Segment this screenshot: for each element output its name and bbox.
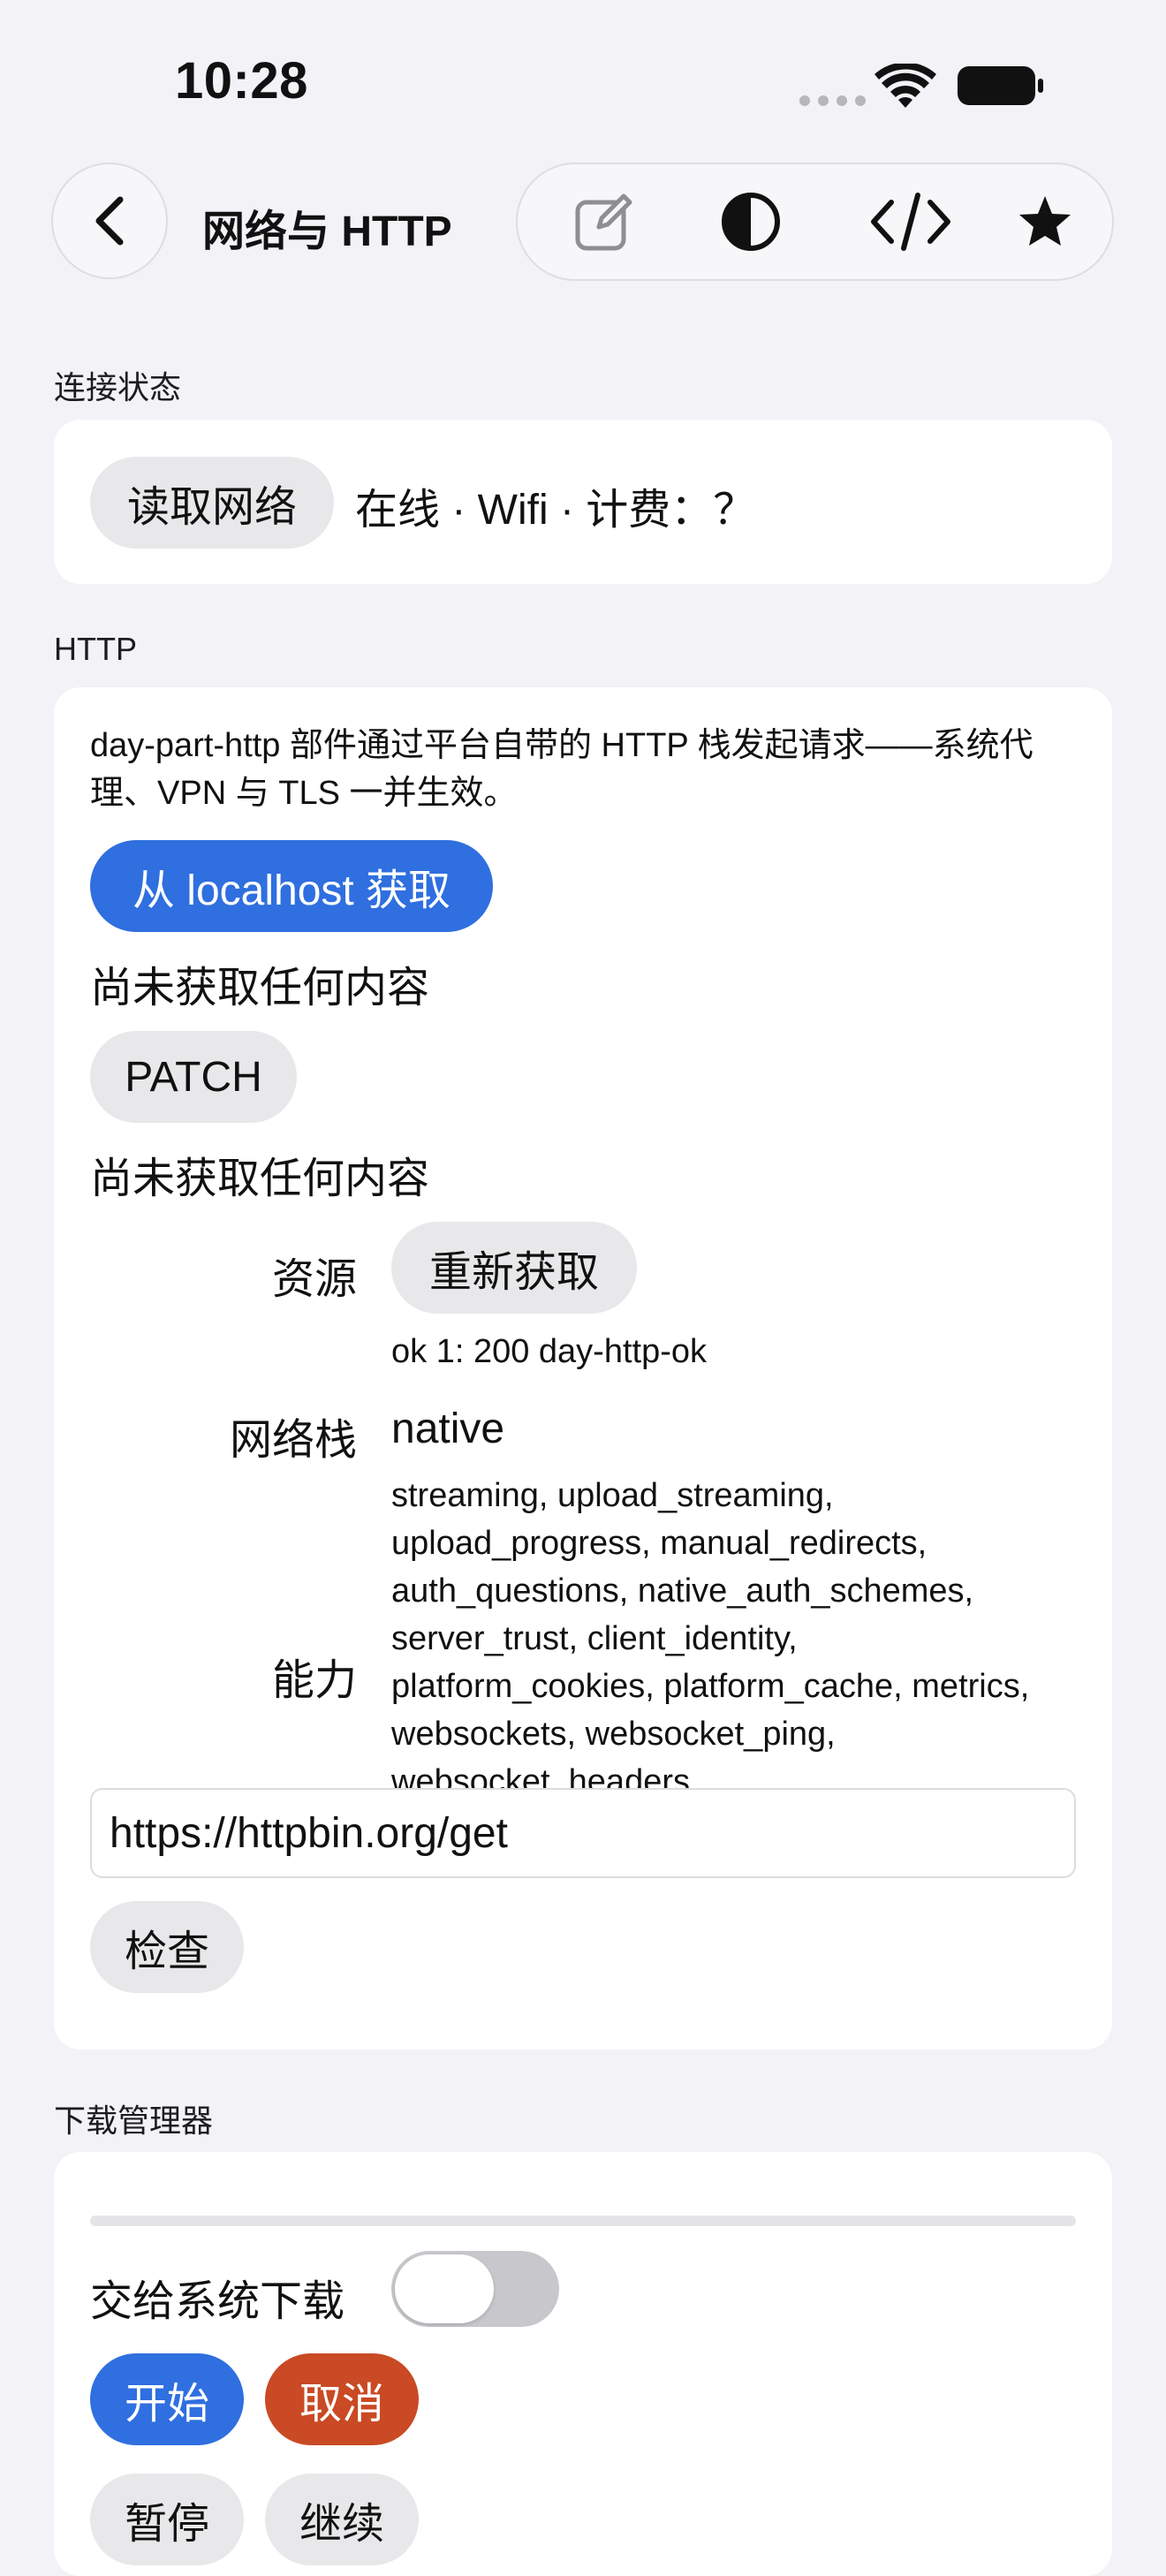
resource-result-text: ok 1: 200 day-http-ok [391, 1333, 707, 1370]
inspect-button[interactable]: 检查 [90, 1901, 244, 1993]
pause-button[interactable]: 暂停 [90, 2474, 244, 2565]
edit-icon [575, 193, 632, 251]
toggle-knob [395, 2254, 494, 2323]
download-progress-bar [90, 2216, 1076, 2226]
back-button[interactable] [51, 163, 168, 279]
start-button[interactable]: 开始 [90, 2353, 244, 2445]
wifi-icon [874, 62, 936, 114]
code-icon [871, 193, 950, 251]
url-input[interactable]: https://httpbin.org/get [90, 1788, 1076, 1878]
http-description: day-part-http 部件通过平台自带的 HTTP 栈发起请求——系统代理… [90, 727, 1034, 812]
toolbar [516, 163, 1114, 281]
page-title: 网络与 HTTP [202, 208, 452, 255]
capabilities-label: 能力 [271, 1657, 357, 1704]
connection-card: 读取网络 在线 · Wifi · 计费：？ [54, 420, 1112, 584]
stack-label: 网络栈 [229, 1417, 357, 1464]
resource-label: 资源 [271, 1256, 357, 1303]
battery-icon [957, 65, 1045, 110]
contrast-icon [722, 193, 780, 251]
status-time: 10:28 [175, 52, 308, 110]
patch-result-text: 尚未获取任何内容 [90, 1155, 430, 1202]
chevron-left-icon [95, 196, 124, 246]
star-icon [1019, 196, 1071, 246]
favorite-button[interactable] [992, 164, 1098, 279]
resume-button[interactable]: 继续 [265, 2474, 419, 2565]
contrast-button[interactable] [698, 164, 804, 279]
code-button[interactable] [858, 164, 964, 279]
section-header-downloads: 下载管理器 [54, 2102, 214, 2139]
edit-button[interactable] [551, 164, 657, 279]
cellular-signal-icon [799, 95, 866, 106]
patch-button[interactable]: PATCH [90, 1031, 297, 1123]
section-header-connection: 连接状态 [54, 369, 182, 405]
connection-status-text: 在线 · Wifi · 计费：？ [355, 487, 756, 534]
cancel-button[interactable]: 取消 [265, 2353, 419, 2445]
read-network-button[interactable]: 读取网络 [90, 457, 334, 549]
fetch-result-text: 尚未获取任何内容 [90, 965, 430, 1011]
section-header-http: HTTP [54, 631, 137, 667]
stack-value: native [391, 1405, 505, 1452]
fetch-localhost-button[interactable]: 从 localhost 获取 [90, 840, 493, 932]
handoff-toggle[interactable] [391, 2251, 559, 2327]
refetch-button[interactable]: 重新获取 [391, 1222, 637, 1314]
capabilities-list[interactable]: streaming, upload_streaming, upload_prog… [391, 1472, 1063, 1788]
handoff-label: 交给系统下载 [90, 2278, 345, 2325]
